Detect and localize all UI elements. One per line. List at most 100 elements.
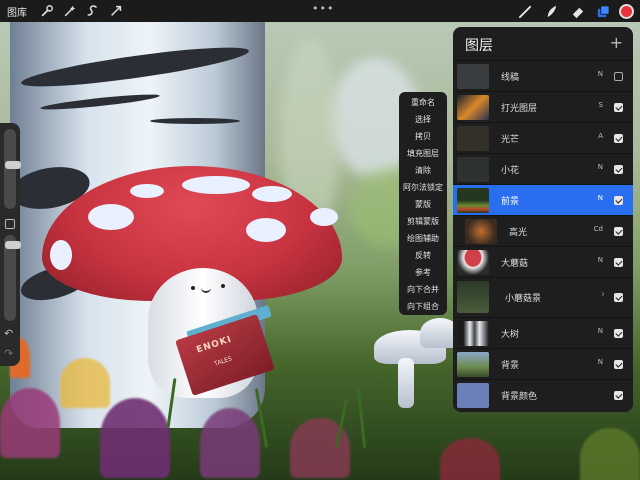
brush-size-slider[interactable] [4,129,21,209]
selection-icon[interactable] [84,2,102,20]
layer-name: 小花 [501,166,520,176]
undo-icon[interactable]: ↶ [4,327,13,340]
mushroom-eye [221,284,225,288]
layer-name: 高光 [509,228,528,238]
menu-item-mask[interactable]: 蒙版 [399,196,447,213]
layers-title: 图层 [465,38,493,54]
blend-mode-button[interactable]: N [598,256,603,264]
layer-thumbnail [457,64,489,89]
layer-thumbnail [457,126,489,151]
layer-row[interactable]: 打光图层 S [453,91,633,122]
opacity-thumb[interactable] [5,241,21,249]
layer-row[interactable]: 背景 N [453,348,633,379]
gallery-button[interactable]: 图库 [7,4,27,19]
visibility-checkbox[interactable] [614,196,623,205]
eraser-icon[interactable] [567,2,587,20]
layer-thumbnail [457,321,489,346]
layer-row[interactable]: 光芒 A [453,122,633,153]
layer-row[interactable]: 背景颜色 [453,379,633,410]
menu-item-copy[interactable]: 拷贝 [399,128,447,145]
more-options-icon[interactable]: ••• [312,2,334,15]
menu-item-combine-down[interactable]: 向下组合 [399,298,447,315]
blend-mode-button[interactable]: N [598,70,603,78]
visibility-checkbox[interactable] [614,258,623,267]
blend-mode-button[interactable]: N [598,358,603,366]
cap-spot [310,208,338,226]
menu-item-clear[interactable]: 清除 [399,162,447,179]
add-layer-button[interactable]: + [610,33,623,52]
layer-thumbnail [457,157,489,182]
menu-item-alpha-lock[interactable]: 阿尔法锁定 [399,179,447,196]
layer-thumbnail [457,383,489,408]
small-mushroom-stem [398,358,414,408]
layer-name: 线稿 [501,73,520,83]
modify-button[interactable] [5,219,15,229]
blend-mode-button[interactable]: Cd [594,225,603,233]
visibility-checkbox[interactable] [614,72,623,81]
layer-thumbnail [457,95,489,120]
visibility-checkbox[interactable] [614,391,623,400]
blend-mode-button[interactable]: A [598,132,603,140]
visibility-checkbox[interactable] [614,329,623,338]
layer-thumbnail [457,188,489,213]
transform-icon[interactable] [107,2,125,20]
trunk-stripe [150,118,240,124]
wrench-icon[interactable] [38,2,56,20]
layer-row[interactable]: 大蘑菇 N [453,246,633,277]
menu-item-reference[interactable]: 参考 [399,264,447,281]
visibility-checkbox[interactable] [614,103,623,112]
menu-item-fill-layer[interactable]: 填充图层 [399,145,447,162]
blend-mode-button[interactable]: N [598,163,603,171]
visibility-checkbox[interactable] [614,134,623,143]
layer-name: 背景 [501,361,520,371]
blend-mode-button[interactable]: S [599,101,603,109]
layer-thumbnail [457,281,489,313]
flower [0,388,60,458]
layer-row[interactable]: 线稿 N [453,60,633,91]
layer-name: 大树 [501,330,520,340]
blend-mode-button[interactable]: N [598,327,603,335]
mushroom-eye [191,286,195,290]
magic-wand-icon[interactable] [61,2,79,20]
blend-mode-button[interactable]: N [598,194,603,202]
layers-panel: 图层 + 线稿 N 打光图层 S 光芒 A 小花 N 前景 N 高光 Cd 大蘑… [453,27,633,412]
opacity-slider[interactable] [4,235,21,321]
cap-spot [182,176,250,194]
menu-item-invert[interactable]: 反转 [399,247,447,264]
menu-item-rename[interactable]: 重命名 [399,94,447,111]
visibility-checkbox[interactable] [614,165,623,174]
menu-item-select[interactable]: 选择 [399,111,447,128]
brush-size-thumb[interactable] [5,161,21,169]
left-sidebar: ↶ ↷ [0,123,21,366]
visibility-checkbox[interactable] [614,360,623,369]
flower [100,398,170,478]
chevron-right-icon[interactable]: › [601,289,605,300]
visibility-checkbox[interactable] [614,293,623,302]
layer-context-menu: 重命名 选择 拷贝 填充图层 清除 阿尔法锁定 蒙版 剪辑蒙版 绘图辅助 反转 … [399,92,447,315]
layer-row[interactable]: 高光 Cd [453,215,633,246]
layer-row-group[interactable]: 小蘑菇景 › [453,277,633,317]
flower [200,408,260,478]
layers-icon[interactable] [593,2,613,20]
brush-icon[interactable] [515,2,535,20]
layer-thumbnail [457,352,489,377]
layer-row[interactable]: 小花 N [453,153,633,184]
flower [60,358,110,408]
menu-item-drawing-assist[interactable]: 绘图辅助 [399,230,447,247]
layer-row-selected[interactable]: 前景 N [453,184,633,215]
layer-name: 光芒 [501,135,520,145]
menu-item-merge-down[interactable]: 向下合并 [399,281,447,298]
redo-icon[interactable]: ↷ [4,347,13,360]
cap-spot [130,184,164,198]
layer-thumbnail [465,219,497,244]
visibility-checkbox[interactable] [614,227,623,236]
color-picker-button[interactable] [619,3,634,19]
smudge-icon[interactable] [541,2,561,20]
flower [580,428,640,480]
layer-name: 背景颜色 [501,392,538,402]
layer-name: 大蘑菇 [501,259,529,269]
layers-header: 图层 + [453,27,633,61]
layer-name: 打光图层 [501,104,538,114]
menu-item-clipping-mask[interactable]: 剪辑蒙版 [399,213,447,230]
layer-row[interactable]: 大树 N [453,317,633,348]
